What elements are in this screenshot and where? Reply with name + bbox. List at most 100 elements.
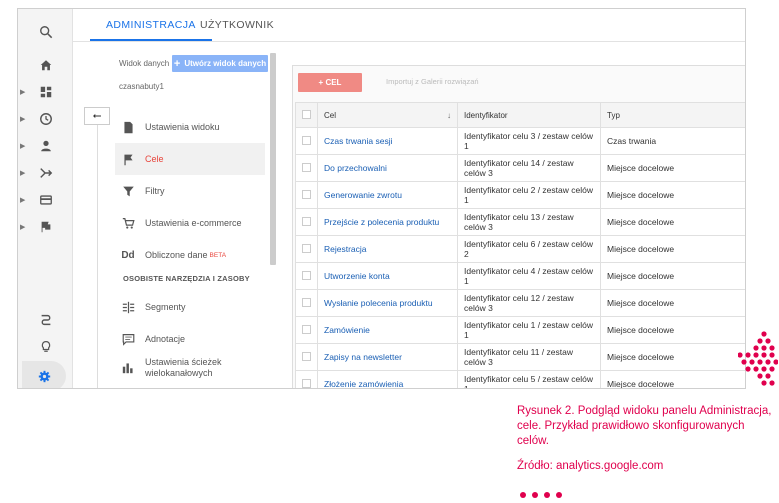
table-row[interactable]: Zamówienie Identyfikator celu 1 / zestaw …	[295, 316, 745, 344]
column-header-cel[interactable]: Cel ↓	[317, 102, 458, 128]
goal-type: Miejsce docelowe	[600, 289, 745, 317]
clock-icon[interactable]	[18, 108, 73, 130]
menu-item-filtry[interactable]: Filtry	[115, 175, 265, 207]
decorative-dot	[738, 352, 743, 358]
divider	[97, 125, 98, 388]
checkbox[interactable]	[302, 378, 311, 388]
lightbulb-icon[interactable]	[18, 335, 73, 357]
menu-item-cele[interactable]: Cele	[115, 143, 265, 175]
decorative-dot	[757, 359, 763, 365]
goal-type: Miejsce docelowe	[600, 370, 745, 388]
menu-scrollbar[interactable]	[270, 53, 276, 265]
decorative-dot	[745, 352, 751, 358]
table-row[interactable]: Wysłanie polecenia produktu Identyfikator…	[295, 289, 745, 317]
home-icon[interactable]	[18, 54, 73, 76]
row-checkbox-cell[interactable]	[295, 289, 318, 317]
goal-identifier: Identyfikator celu 3 / zestaw celów 1	[457, 127, 601, 155]
row-checkbox-cell[interactable]	[295, 127, 318, 155]
goal-type: Miejsce docelowe	[600, 262, 745, 290]
checkbox[interactable]	[302, 351, 311, 361]
menu-item-segmenty[interactable]: Segmenty	[115, 291, 265, 323]
checkbox[interactable]	[302, 324, 311, 334]
import-gallery-button[interactable]: Importuj z Galerii rozwiązań	[386, 77, 479, 86]
table-row[interactable]: Zapisy na newsletter Identyfikator celu 1…	[295, 343, 745, 371]
acquisition-icon[interactable]	[18, 162, 73, 184]
table-row[interactable]: Złożenie zamówienia Identyfikator celu 5 …	[295, 370, 745, 388]
filter-icon	[115, 185, 141, 198]
goal-name-link[interactable]: Do przechowalni	[317, 154, 458, 182]
row-checkbox-cell[interactable]	[295, 235, 318, 263]
create-view-button[interactable]: + Utwórz widok danych	[172, 55, 268, 72]
tab-administracja[interactable]: ADMINISTRACJA	[90, 9, 212, 41]
document-icon	[115, 121, 141, 134]
sort-arrow-icon[interactable]: ↓	[447, 111, 451, 120]
figure-source: Źródło: analytics.google.com	[517, 460, 664, 472]
goal-identifier: Identyfikator celu 13 / zestaw celów 3	[457, 208, 601, 236]
decorative-dot	[761, 331, 767, 337]
menu-item-adnotacje[interactable]: Adnotacje	[115, 323, 265, 355]
table-row[interactable]: Generowanie zwrotu Identyfikator celu 2 /…	[295, 181, 745, 209]
search-icon[interactable]	[18, 21, 73, 43]
menu-item-ecommerce[interactable]: Ustawienia e-commerce	[115, 207, 265, 239]
table-row[interactable]: Przejście z polecenia produktu Identyfika…	[295, 208, 745, 236]
table-row[interactable]: Rejestracja Identyfikator celu 6 / zestaw…	[295, 235, 745, 263]
top-tabs: ADMINISTRACJA UŻYTKOWNIK	[73, 9, 745, 42]
goal-name-link[interactable]: Utworzenie konta	[317, 262, 458, 290]
goal-type: Miejsce docelowe	[600, 154, 745, 182]
goal-identifier: Identyfikator celu 2 / zestaw celów 1	[457, 181, 601, 209]
goal-identifier: Identyfikator celu 14 / zestaw celów 3	[457, 154, 601, 182]
goal-name-link[interactable]: Przejście z polecenia produktu	[317, 208, 458, 236]
row-checkbox-cell[interactable]	[295, 154, 318, 182]
admin-gear-icon[interactable]	[22, 361, 66, 388]
goal-identifier: Identyfikator celu 6 / zestaw celów 2	[457, 235, 601, 263]
table-row[interactable]: Do przechowalni Identyfikator celu 14 / z…	[295, 154, 745, 182]
menu-item-ustawienia-widoku[interactable]: Ustawienia widoku	[115, 111, 265, 143]
tab-uzytkownik[interactable]: UŻYTKOWNIK	[200, 9, 274, 41]
card-icon[interactable]	[18, 189, 73, 211]
goal-name-link[interactable]: Rejestracja	[317, 235, 458, 263]
goal-name-link[interactable]: Zapisy na newsletter	[317, 343, 458, 371]
checkbox[interactable]	[302, 216, 311, 226]
column-header-identyfikator[interactable]: Identyfikator	[457, 102, 601, 128]
row-checkbox-cell[interactable]	[295, 181, 318, 209]
menu-item-obliczone-dane[interactable]: Dd Obliczone dane BETA	[115, 239, 265, 271]
checkbox[interactable]	[302, 189, 311, 199]
annotation-icon	[115, 333, 141, 346]
view-settings-menu: Ustawienia widoku Cele Filtry Ustawienia…	[115, 103, 277, 388]
goal-name-link[interactable]: Generowanie zwrotu	[317, 181, 458, 209]
goal-name-link[interactable]: Wysłanie polecenia produktu	[317, 289, 458, 317]
checkbox[interactable]	[302, 243, 311, 253]
goal-name-link[interactable]: Zamówienie	[317, 316, 458, 344]
decorative-dot	[769, 366, 775, 372]
menu-item-label: Obliczone dane	[145, 250, 208, 260]
person-icon[interactable]	[18, 135, 73, 157]
flag-icon[interactable]	[18, 216, 73, 238]
checkbox[interactable]	[302, 135, 311, 145]
row-checkbox-cell[interactable]	[295, 343, 318, 371]
select-all-checkbox-cell[interactable]	[295, 102, 318, 128]
row-checkbox-cell[interactable]	[295, 208, 318, 236]
table-row[interactable]: Utworzenie konta Identyfikator celu 4 / z…	[295, 262, 745, 290]
checkbox[interactable]	[302, 109, 311, 119]
view-name[interactable]: czasnabuty1	[119, 82, 164, 91]
add-goal-button[interactable]: + CEL	[298, 73, 362, 92]
goal-name-link[interactable]: Złożenie zamówienia	[317, 370, 458, 388]
column-header-typ[interactable]: Typ	[600, 102, 745, 128]
row-checkbox-cell[interactable]	[295, 262, 318, 290]
checkbox[interactable]	[302, 270, 311, 280]
decorative-dot	[765, 359, 771, 365]
menu-item-label: Ustawienia e-commerce	[145, 218, 242, 228]
row-checkbox-cell[interactable]	[295, 370, 318, 388]
table-row[interactable]: Czas trwania sesji Identyfikator celu 3 /…	[295, 127, 745, 155]
menu-item-sciezki[interactable]: Ustawienia ścieżek wielokanałowych	[115, 357, 265, 388]
checkbox[interactable]	[302, 162, 311, 172]
menu-item-label: Ustawienia ścieżek wielokanałowych	[145, 357, 222, 378]
goal-name-link[interactable]: Czas trwania sesji	[317, 127, 458, 155]
goal-type: Miejsce docelowe	[600, 208, 745, 236]
dashboard-icon[interactable]	[18, 81, 73, 103]
view-label: Widok danych	[119, 59, 170, 68]
route-icon[interactable]	[18, 309, 73, 331]
row-checkbox-cell[interactable]	[295, 316, 318, 344]
checkbox[interactable]	[302, 297, 311, 307]
back-arrow-button[interactable]: ⭠	[84, 107, 110, 125]
